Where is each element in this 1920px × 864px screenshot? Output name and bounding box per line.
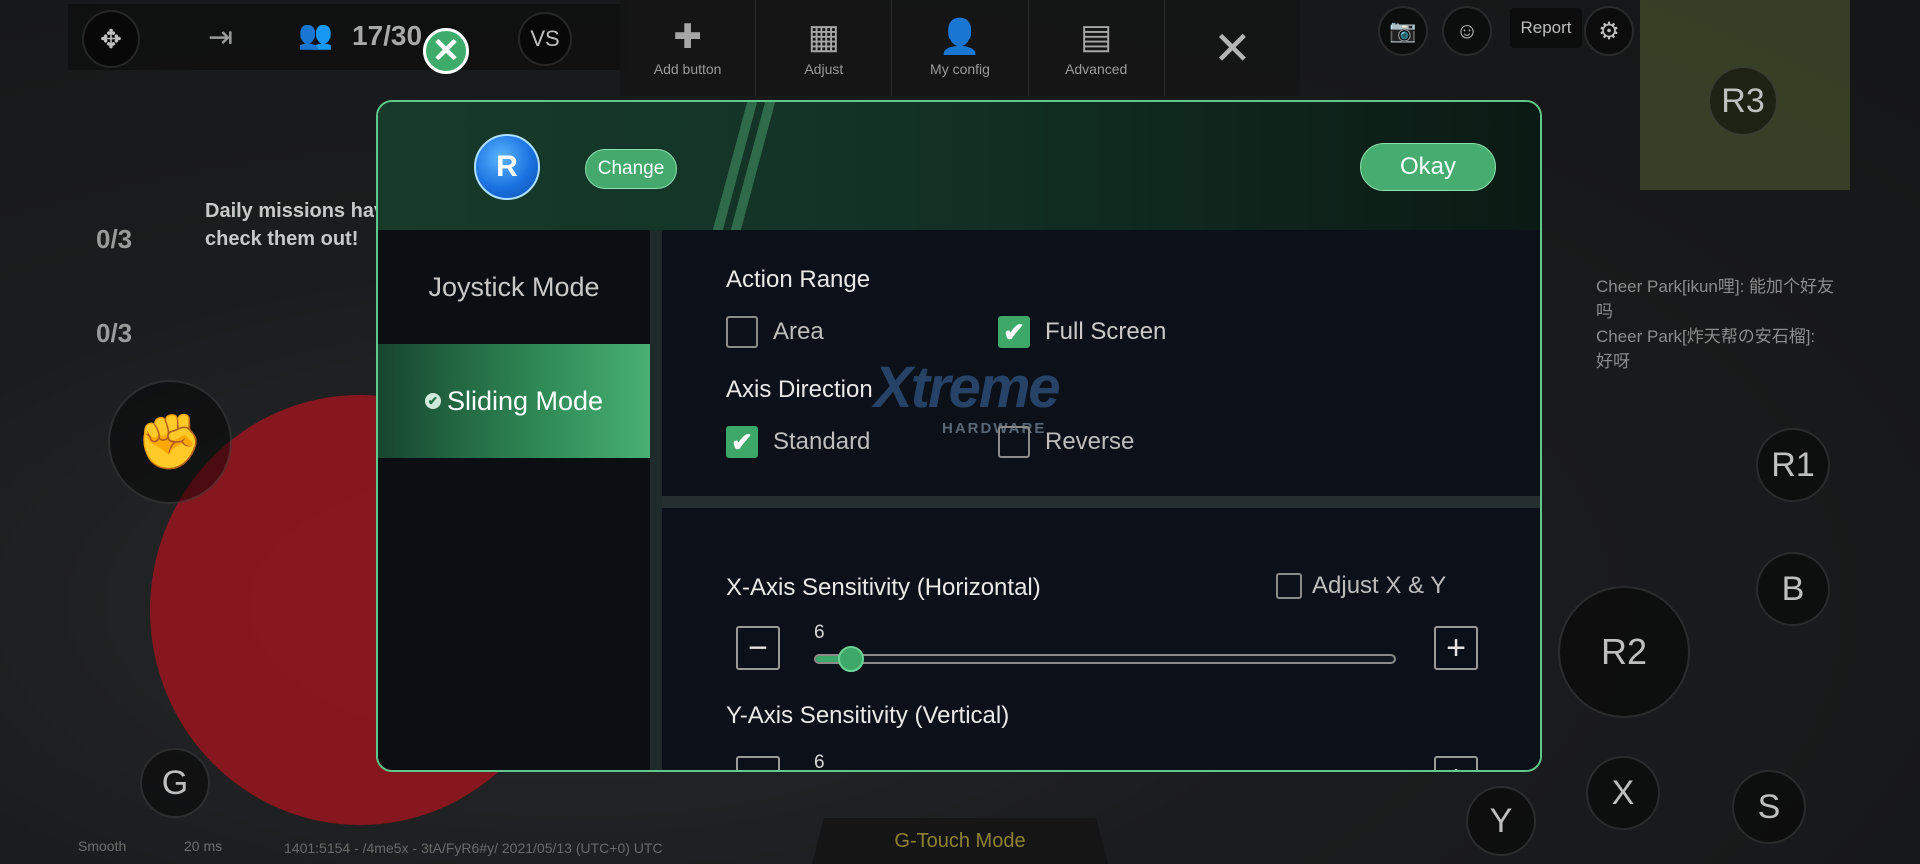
option-reverse[interactable]: Reverse bbox=[998, 426, 1134, 458]
advanced-label: Advanced bbox=[1065, 61, 1128, 77]
option-adjust-xy[interactable]: Adjust X & Y bbox=[1276, 572, 1446, 600]
dialog-header: R Change Okay bbox=[378, 102, 1540, 231]
option-full-screen[interactable]: ✔ Full Screen bbox=[998, 316, 1166, 348]
option-label: Full Screen bbox=[1045, 318, 1167, 345]
option-standard[interactable]: ✔ Standard bbox=[726, 426, 870, 458]
player-count: 17/30 bbox=[352, 20, 423, 51]
chat-line: Cheer Park[炸天帮の安石榴]: 好呀 bbox=[1596, 327, 1816, 371]
x-increase-button[interactable]: + bbox=[1434, 626, 1478, 670]
editor-toolbar: ✚ Add button ▦ Adjust 👤 My config ▤ Adva… bbox=[620, 0, 1300, 96]
button-g[interactable]: G bbox=[140, 748, 210, 818]
teammate-count: 0/3 bbox=[96, 318, 133, 348]
advanced-tool[interactable]: ▤ Advanced bbox=[1029, 0, 1165, 96]
plus-icon: ✚ bbox=[673, 18, 702, 56]
option-label: Adjust X & Y bbox=[1312, 572, 1447, 599]
card-icon: ▤ bbox=[1080, 18, 1113, 56]
dpad-icon[interactable]: ✥ bbox=[82, 10, 140, 68]
section-divider bbox=[662, 496, 1540, 508]
players-icon: 👥 bbox=[298, 19, 333, 50]
slider-thumb[interactable] bbox=[838, 646, 864, 672]
add-button-tool[interactable]: ✚ Add button bbox=[620, 0, 757, 96]
close-icon: ✕ bbox=[1213, 22, 1252, 74]
x-decrease-button[interactable]: − bbox=[736, 626, 780, 670]
settings-icon[interactable]: ⚙ bbox=[1584, 6, 1634, 56]
camera-icon[interactable]: 📷 bbox=[1378, 6, 1428, 56]
y-decrease-button[interactable]: − bbox=[736, 756, 780, 770]
okay-button[interactable]: Okay bbox=[1360, 143, 1496, 191]
button-x[interactable]: X bbox=[1586, 756, 1660, 830]
option-label: Reverse bbox=[1045, 428, 1135, 455]
tab-sliding-mode[interactable]: ✔ Sliding Mode bbox=[378, 344, 650, 458]
tab-joystick-mode[interactable]: Joystick Mode bbox=[378, 230, 650, 344]
check-circle-icon: ✔ bbox=[424, 393, 441, 409]
chat-log: Cheer Park[ikun哩]: 能加个好友吗 Cheer Park[炸天帮… bbox=[1596, 274, 1836, 374]
top-hud: ✥ ⇥ 👥 17/30 VS bbox=[68, 4, 628, 70]
full-screen-checkbox[interactable]: ✔ bbox=[998, 316, 1030, 348]
add-button-label: Add button bbox=[653, 61, 722, 77]
action-range-title: Action Range bbox=[726, 266, 871, 293]
report-button[interactable]: Report bbox=[1510, 8, 1582, 48]
y-sensitivity-title: Y-Axis Sensitivity (Vertical) bbox=[726, 702, 1010, 729]
x-sensitivity-title: X-Axis Sensitivity (Horizontal) bbox=[726, 574, 1041, 601]
chat-line: Cheer Park[ikun哩]: 能加个好友吗 bbox=[1596, 277, 1835, 321]
watermark-logo: Xtreme bbox=[874, 355, 1061, 420]
gtouch-mode-label: G-Touch Mode bbox=[812, 818, 1108, 864]
y-sensitivity-value: 6 bbox=[814, 752, 825, 772]
adjust-tool[interactable]: ▦ Adjust bbox=[756, 0, 893, 96]
area-checkbox[interactable] bbox=[726, 316, 758, 348]
my-config-tool[interactable]: 👤 My config bbox=[892, 0, 1029, 96]
status-text: Smooth bbox=[78, 838, 127, 854]
option-label: Standard bbox=[773, 428, 871, 455]
button-y[interactable]: Y bbox=[1466, 786, 1536, 856]
button-r3[interactable]: R3 bbox=[1708, 66, 1778, 136]
grid-icon: ▦ bbox=[807, 18, 840, 56]
plus-icon: + bbox=[1446, 629, 1466, 667]
tab-label: Joystick Mode bbox=[428, 271, 600, 302]
mode-sidebar: Joystick Mode ✔ Sliding Mode bbox=[378, 230, 662, 770]
button-b[interactable]: B bbox=[1756, 552, 1830, 626]
dialog-close-button[interactable]: ✕ bbox=[423, 28, 469, 74]
tab-label: Sliding Mode bbox=[446, 385, 604, 416]
button-r1[interactable]: R1 bbox=[1756, 428, 1830, 502]
y-increase-button[interactable]: + bbox=[1434, 756, 1478, 770]
button-s[interactable]: S bbox=[1732, 770, 1806, 844]
exit-icon[interactable]: ⇥ bbox=[208, 20, 233, 55]
change-button[interactable]: Change bbox=[585, 149, 677, 189]
range-direction-panel: Xtreme HARDWARE Action Range Area ✔ Full… bbox=[662, 230, 1540, 496]
adjust-xy-checkbox[interactable] bbox=[1276, 573, 1302, 599]
option-label: Area bbox=[773, 318, 824, 345]
axis-direction-title: Axis Direction bbox=[726, 376, 873, 403]
vs-icon[interactable]: VS bbox=[518, 12, 572, 66]
reverse-checkbox[interactable] bbox=[998, 426, 1030, 458]
close-icon: ✕ bbox=[431, 32, 461, 70]
minus-icon: − bbox=[748, 629, 768, 667]
toolbar-close-button[interactable]: ✕ bbox=[1165, 0, 1300, 96]
standard-checkbox[interactable]: ✔ bbox=[726, 426, 758, 458]
emoji-icon[interactable]: ☺ bbox=[1442, 6, 1492, 56]
x-sensitivity-value: 6 bbox=[814, 622, 825, 643]
footer-info: 1401:5154 - /4me5x - 3tA/FyR6#y/ 2021/05… bbox=[284, 840, 663, 856]
minus-icon: − bbox=[748, 761, 768, 770]
mission-text-line2: check them out! bbox=[205, 228, 359, 250]
fist-icon[interactable]: ✊ bbox=[108, 380, 232, 504]
checkmark-icon: ✔ bbox=[731, 427, 753, 457]
ping-text: 20 ms bbox=[184, 838, 223, 854]
mission-count: 0/3 bbox=[96, 224, 133, 254]
button-r2[interactable]: R2 bbox=[1558, 586, 1690, 718]
button-avatar: R bbox=[474, 134, 540, 200]
x-sensitivity-slider[interactable] bbox=[814, 646, 1396, 672]
checkmark-icon: ✔ bbox=[1003, 317, 1025, 347]
option-area[interactable]: Area bbox=[726, 316, 824, 348]
sensitivity-panel: X-Axis Sensitivity (Horizontal) Adjust X… bbox=[662, 508, 1540, 772]
my-config-label: My config bbox=[930, 61, 990, 77]
adjust-label: Adjust bbox=[804, 61, 844, 77]
joystick-settings-dialog: R Change Okay Joystick Mode ✔ Sliding Mo… bbox=[376, 100, 1542, 772]
user-icon: 👤 bbox=[938, 18, 982, 56]
plus-icon: + bbox=[1446, 761, 1466, 770]
